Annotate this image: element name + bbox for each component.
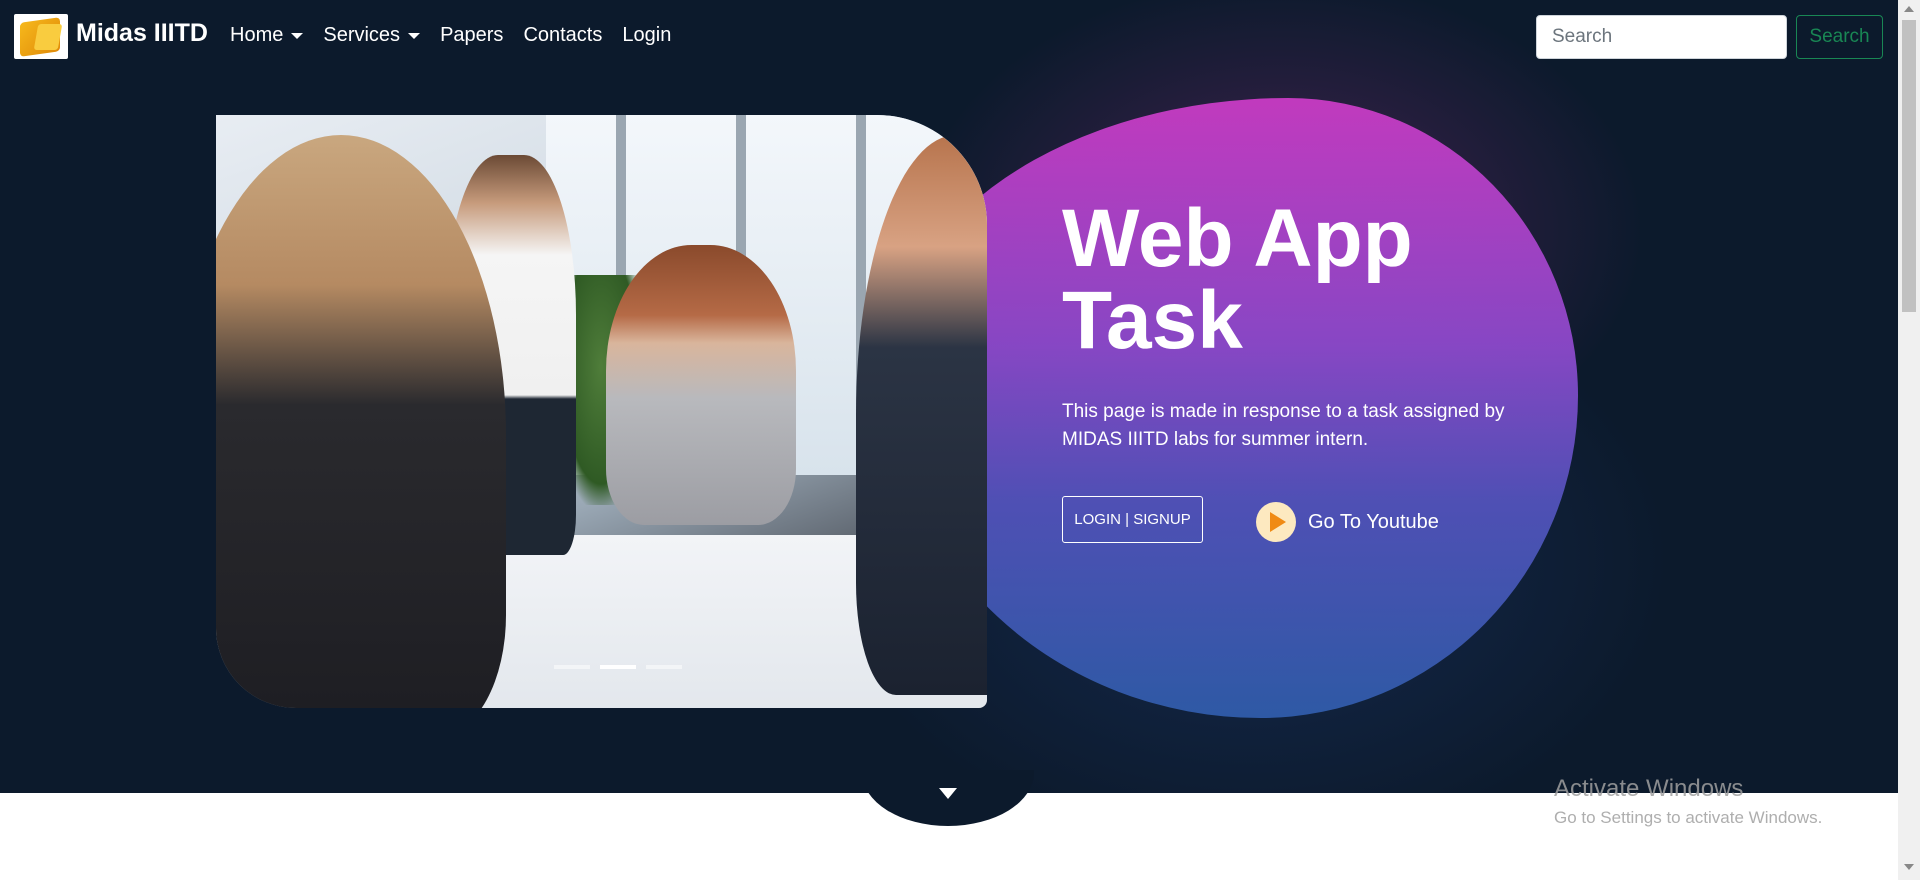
caret-down-icon <box>291 32 304 39</box>
nav-item-label: Contacts <box>523 24 603 46</box>
nav-item-services[interactable]: Services <box>323 24 421 47</box>
page: Midas IIITD Home Services Papers Contact… <box>0 0 1898 880</box>
hero-description: This page is made in response to a task … <box>1062 401 1505 450</box>
nav-item-label: Login <box>622 24 672 46</box>
windows-activation-watermark: Activate Windows Go to Settings to activ… <box>1554 774 1822 830</box>
nav-item-label: Services <box>323 24 401 46</box>
login-signup-button[interactable]: LOGIN | SIGNUP <box>1062 496 1203 543</box>
navbar: Midas IIITD Home Services Papers Contact… <box>0 0 1898 74</box>
search-input[interactable] <box>1536 15 1787 59</box>
hero-title: Web App Task <box>1062 193 1413 366</box>
brand-logo-icon <box>14 14 68 59</box>
nav-item-contacts[interactable]: Contacts <box>523 24 602 47</box>
youtube-link-label: Go To Youtube <box>1308 510 1439 533</box>
carousel-indicators <box>554 665 682 669</box>
caret-down-icon <box>408 32 421 39</box>
nav-menu: Home Services Papers Contacts Login <box>230 24 691 47</box>
nav-item-label: Home <box>230 24 284 46</box>
search-button[interactable]: Search <box>1796 15 1883 59</box>
brand-name: Midas IIITD <box>76 19 208 47</box>
nav-item-label: Papers <box>440 24 504 46</box>
nav-item-papers[interactable]: Papers <box>440 24 503 47</box>
carousel-indicator-2[interactable] <box>600 665 636 669</box>
scroll-down-arrow-icon[interactable] <box>1904 864 1914 870</box>
scrollbar-thumb[interactable] <box>1902 20 1916 312</box>
watermark-title: Activate Windows <box>1554 775 1744 802</box>
brand[interactable]: Midas IIITD <box>14 14 208 59</box>
youtube-link[interactable]: Go To Youtube <box>1256 502 1439 542</box>
scroll-down-arrow-icon[interactable] <box>939 788 957 799</box>
nav-item-home[interactable]: Home <box>230 24 304 47</box>
scroll-up-arrow-icon[interactable] <box>1904 6 1914 12</box>
image-carousel[interactable] <box>216 115 987 708</box>
carousel-indicator-3[interactable] <box>646 665 682 669</box>
nav-item-login[interactable]: Login <box>622 24 671 47</box>
carousel-indicator-1[interactable] <box>554 665 590 669</box>
carousel-photo-person <box>606 245 796 525</box>
page-scrollbar[interactable] <box>1898 0 1920 880</box>
watermark-subtitle: Go to Settings to activate Windows. <box>1554 808 1823 827</box>
play-icon <box>1256 502 1296 542</box>
